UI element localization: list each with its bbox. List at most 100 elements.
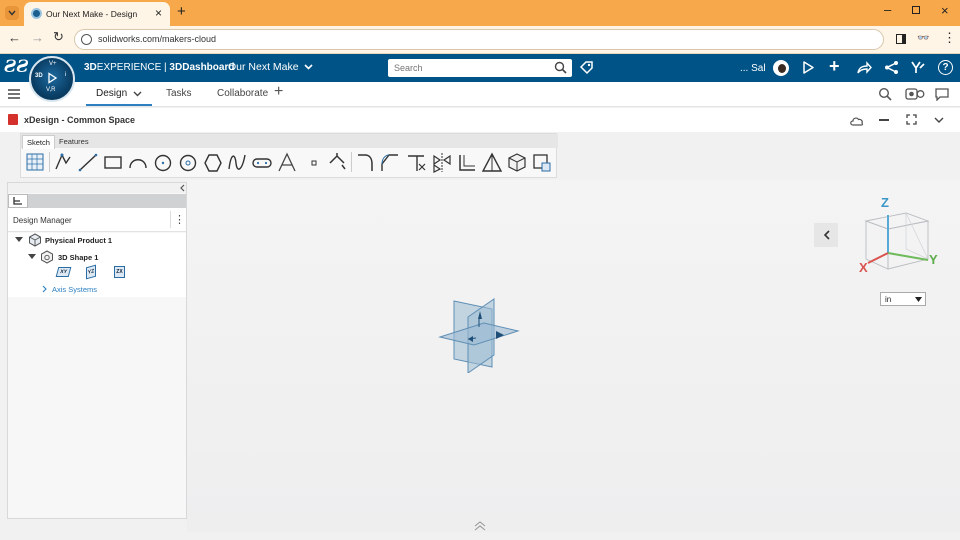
search-icon[interactable] xyxy=(554,61,567,74)
boss-tool-button[interactable] xyxy=(506,150,528,174)
add-tab-icon[interactable]: + xyxy=(274,83,283,101)
tag-icon[interactable] xyxy=(579,60,594,75)
compass-right-label: i xyxy=(65,72,67,78)
site-info-icon[interactable] xyxy=(81,34,92,45)
3d-canvas[interactable] xyxy=(187,180,960,532)
unit-select[interactable]: in xyxy=(880,292,926,306)
tree-item-physical-product[interactable]: Physical Product 1 xyxy=(45,236,112,245)
reload-icon[interactable]: ↻ xyxy=(53,29,64,45)
hamburger-menu-icon[interactable] xyxy=(8,89,20,99)
expand-bottom-panel-icon[interactable] xyxy=(473,521,487,531)
chevron-down-icon xyxy=(915,297,922,302)
notifications-icon[interactable] xyxy=(801,60,816,75)
plane-zx-label: ZX xyxy=(116,269,123,275)
chevron-left-icon[interactable] xyxy=(179,184,185,192)
forward-icon[interactable]: → xyxy=(31,30,44,45)
chamfer-tool-button[interactable] xyxy=(379,150,401,174)
offset-tool-button[interactable] xyxy=(456,150,478,174)
back-icon[interactable]: ← xyxy=(8,30,21,45)
plane-xy-label: XY xyxy=(59,269,68,275)
compass-play-icon[interactable] xyxy=(46,72,58,84)
close-tab-icon[interactable]: × xyxy=(155,6,162,20)
browser-address-bar: ← → ↻ solidworks.com/makers-cloud 👓 ⋮ xyxy=(0,26,960,54)
text-tool-button[interactable] xyxy=(276,150,298,174)
profile-icon[interactable]: 👓 xyxy=(917,33,929,44)
tab-sketch[interactable]: Sketch xyxy=(22,135,55,149)
plane-xy-icon[interactable]: XY xyxy=(55,267,72,277)
chat-icon[interactable] xyxy=(935,88,949,101)
panel-collapse-strip xyxy=(8,183,186,193)
arc-tool-button[interactable] xyxy=(127,150,149,174)
share-icon[interactable] xyxy=(884,60,899,75)
fillet-tool-button[interactable] xyxy=(355,150,377,174)
circle-center-tool-button[interactable] xyxy=(177,150,199,174)
project-selector[interactable]: Our Next Make xyxy=(228,61,313,73)
dashboard-rest: Dashboard xyxy=(182,62,235,73)
chevron-down-icon[interactable] xyxy=(133,91,142,97)
ds-logo-icon: ƧƧ xyxy=(4,57,29,77)
apps-compass-icon[interactable] xyxy=(910,60,926,75)
pen-tool-button[interactable] xyxy=(326,150,348,174)
tab-tasks[interactable]: Tasks xyxy=(166,88,192,99)
tree-item-3d-shape[interactable]: 3D Shape 1 xyxy=(58,253,98,262)
fullscreen-icon[interactable] xyxy=(906,114,917,125)
rectangle-tool-button[interactable] xyxy=(102,150,124,174)
new-tab-icon[interactable]: + xyxy=(177,3,186,20)
chevron-right-icon[interactable] xyxy=(42,285,47,293)
slot-icon xyxy=(252,158,272,168)
view-cube[interactable] xyxy=(858,193,938,273)
share-arrow-icon[interactable] xyxy=(856,61,872,75)
minimize-app-icon[interactable] xyxy=(879,119,889,121)
tree-item-axis-systems[interactable]: Axis Systems xyxy=(52,285,97,294)
search-box[interactable] xyxy=(388,59,572,77)
tab-design[interactable]: Design xyxy=(86,82,152,106)
avatar[interactable] xyxy=(773,60,789,76)
browser-tab[interactable]: Our Next Make - Design × xyxy=(24,2,170,26)
compass-bottom-label: V,R xyxy=(46,87,56,93)
expand-physical-product-icon[interactable] xyxy=(15,237,23,243)
close-window-icon[interactable]: × xyxy=(941,3,949,18)
polygon-tool-button[interactable] xyxy=(202,150,224,174)
tab-features[interactable]: Features xyxy=(55,136,93,147)
chevron-down-icon[interactable] xyxy=(934,117,944,124)
chevron-down-icon xyxy=(303,64,313,70)
trim-tool-button[interactable] xyxy=(405,150,427,174)
spline-tool-button[interactable] xyxy=(226,150,248,174)
plane-zx-icon[interactable]: ZX xyxy=(114,266,125,278)
search-input[interactable] xyxy=(394,61,544,75)
expand-3d-shape-icon[interactable] xyxy=(28,254,36,260)
add-icon[interactable]: + xyxy=(829,56,840,77)
site-favicon-icon xyxy=(31,8,42,19)
browser-menu-icon[interactable]: ⋮ xyxy=(943,30,956,46)
cloud-save-icon[interactable] xyxy=(850,116,864,126)
help-icon[interactable]: ? xyxy=(938,60,953,75)
line-tool-button[interactable] xyxy=(77,150,99,174)
line-icon xyxy=(78,153,98,172)
tab-list-button[interactable] xyxy=(5,6,19,20)
view-toggle-icon[interactable] xyxy=(905,88,925,100)
expand-view-panel-button[interactable] xyxy=(814,223,838,247)
arc-icon xyxy=(129,159,147,169)
side-panel-icon[interactable] xyxy=(896,34,906,44)
more-options-icon[interactable]: ⋮ xyxy=(174,213,185,226)
mirror-tool-button[interactable] xyxy=(431,150,453,174)
compass-widget[interactable]: V+ 3D i V,R xyxy=(29,56,75,102)
user-name[interactable]: ... Sal xyxy=(740,63,766,74)
fillet-icon xyxy=(358,154,373,171)
point-tool-button[interactable] xyxy=(303,150,325,174)
origin-planes-icon[interactable] xyxy=(438,297,520,373)
circle-tool-button[interactable] xyxy=(152,150,174,174)
tab-design-label: Design xyxy=(96,88,128,99)
panel-tree-tab[interactable] xyxy=(8,194,28,208)
slot-tool-button[interactable] xyxy=(251,150,273,174)
url-field[interactable]: solidworks.com/makers-cloud xyxy=(74,29,884,50)
grid-sketch-tool-button[interactable] xyxy=(24,150,46,174)
convert-tool-button[interactable] xyxy=(531,150,553,174)
smart-dimension-tool-button[interactable] xyxy=(52,150,74,174)
construction-tool-button[interactable] xyxy=(481,150,503,174)
search-user-icon[interactable] xyxy=(878,87,893,101)
maximize-window-icon[interactable] xyxy=(912,6,920,14)
tab-collaborate[interactable]: Collaborate xyxy=(217,88,268,99)
convert-icon xyxy=(533,154,551,172)
minimize-window-icon[interactable]: – xyxy=(884,2,891,17)
